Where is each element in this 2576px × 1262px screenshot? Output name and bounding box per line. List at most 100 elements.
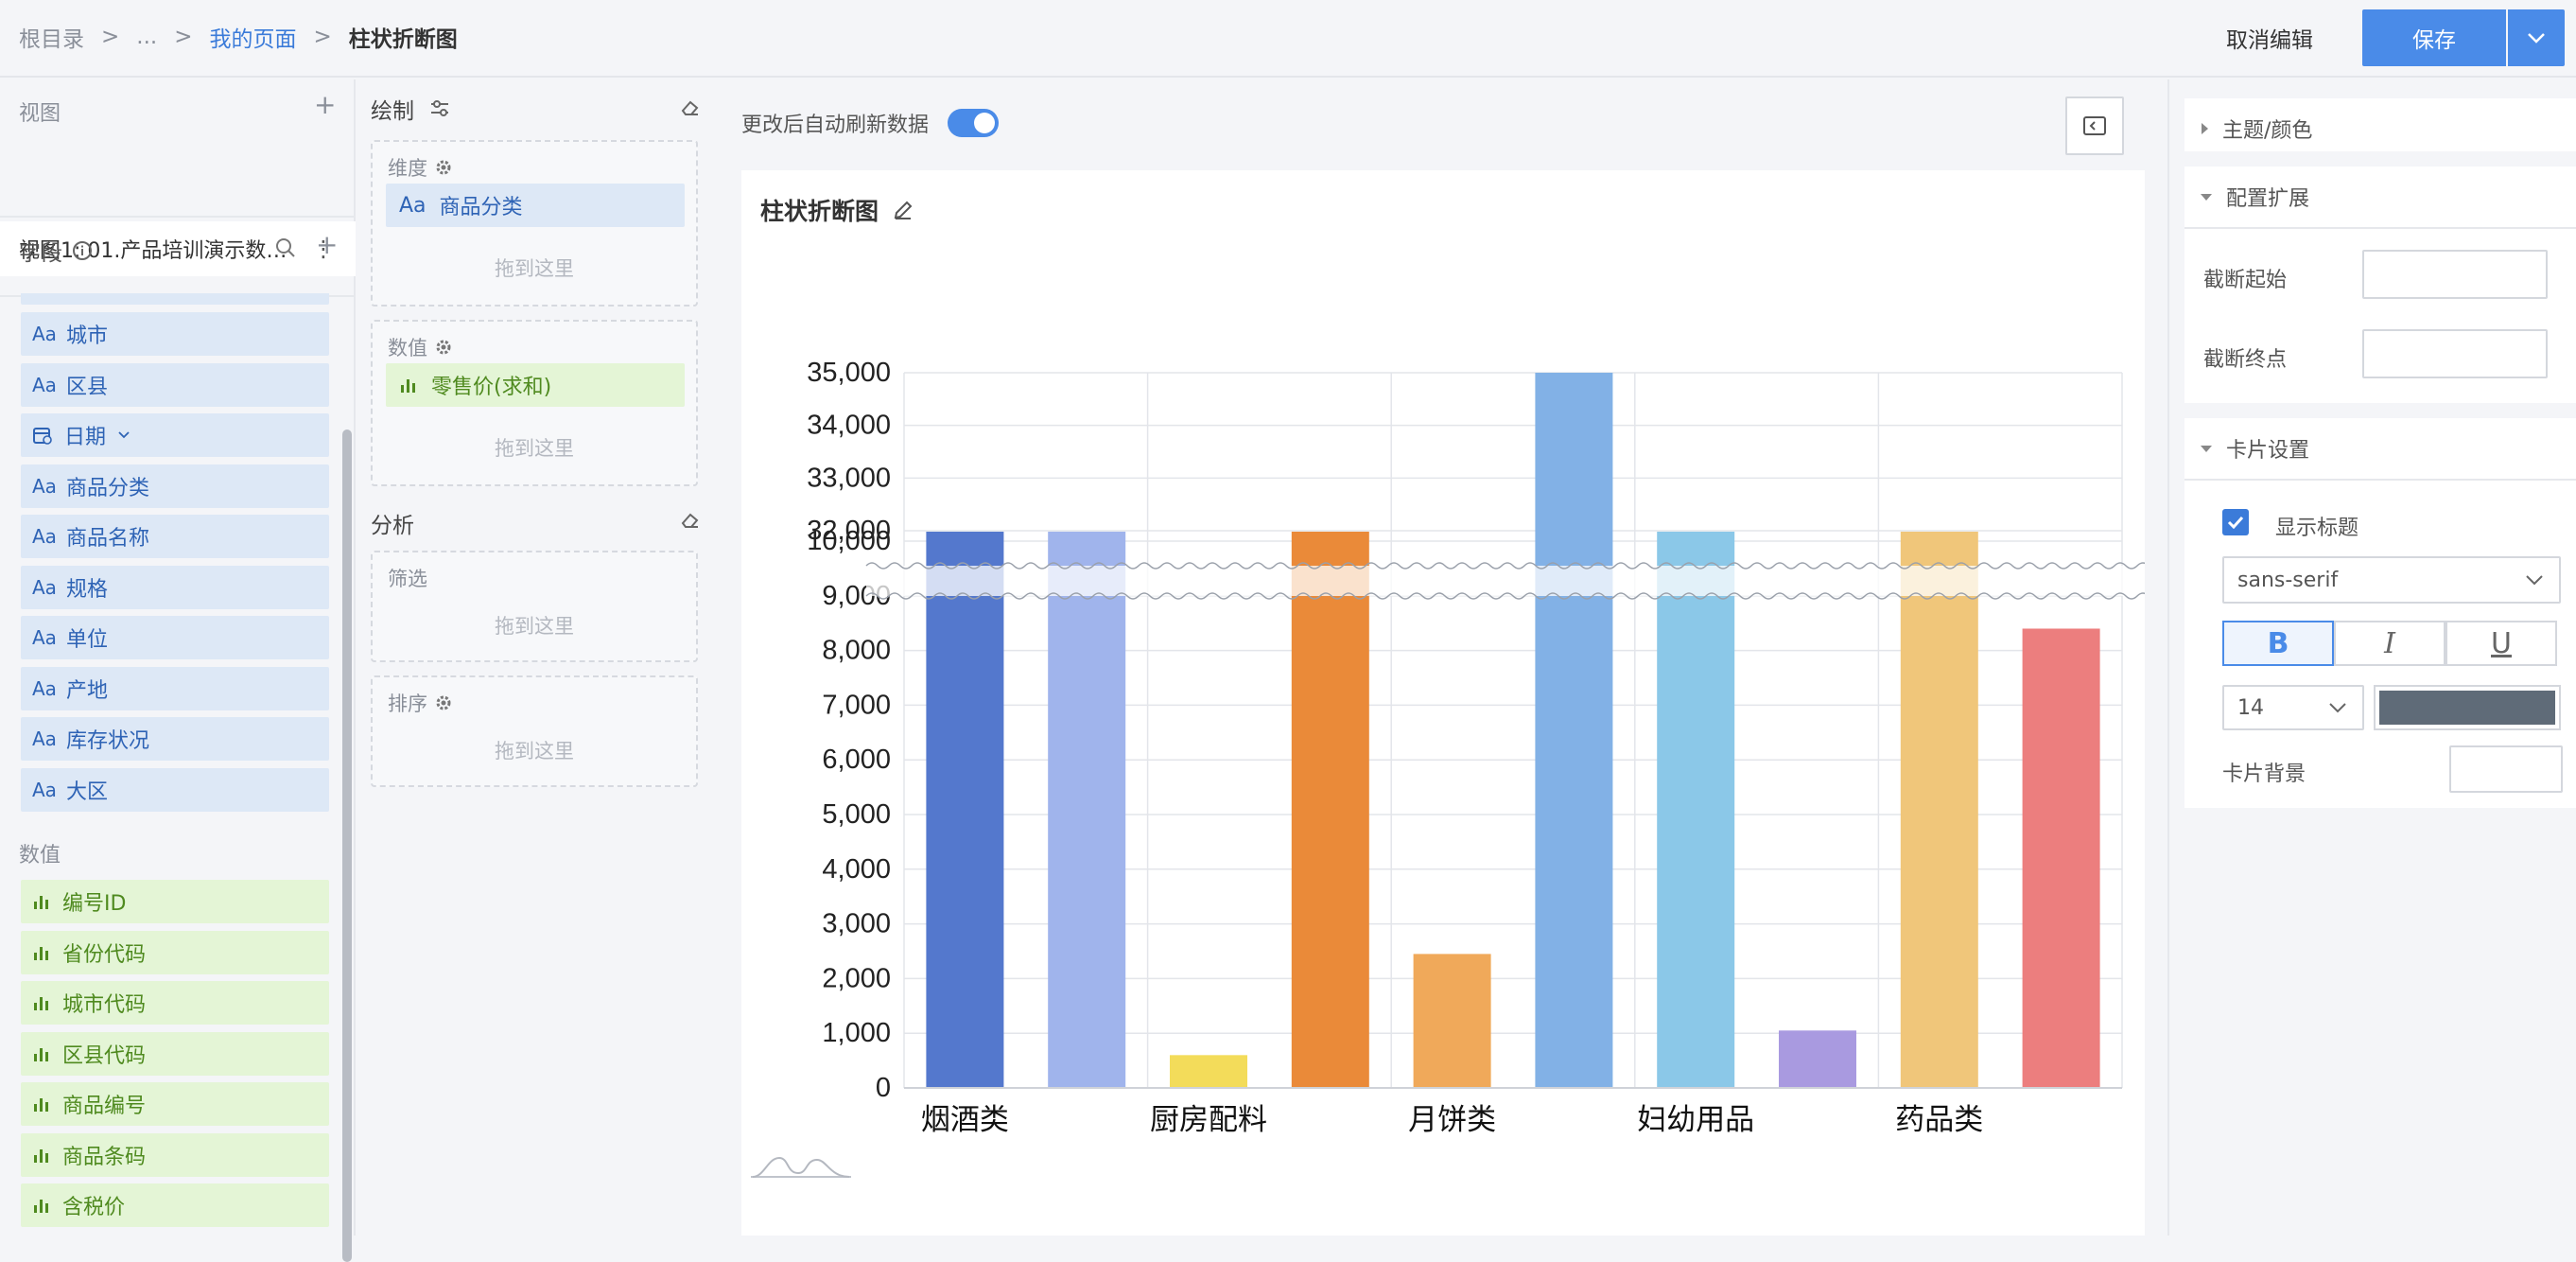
settings-sliders-icon[interactable]	[429, 99, 450, 118]
breadcrumb-separator: >	[174, 25, 193, 49]
auto-refresh-toggle[interactable]	[948, 109, 1000, 137]
font-color-picker[interactable]	[2374, 685, 2561, 730]
gear-icon[interactable]	[435, 159, 452, 176]
card-bg-picker[interactable]	[2449, 745, 2563, 793]
italic-button[interactable]: I	[2334, 621, 2445, 666]
collapse-panel-button[interactable]	[2065, 96, 2124, 155]
field-province-code[interactable]: 省份代码	[21, 930, 329, 974]
search-icon[interactable]	[274, 237, 297, 259]
collapse-icon	[2083, 116, 2106, 135]
bar-chart-icon	[34, 997, 48, 1010]
chart-card: 柱状折断图 0 1,000 2,000 3,000 4,000 5,000 6,000 7,0…	[741, 170, 2145, 1236]
theme-header[interactable]: 主题/颜色	[2200, 114, 2312, 144]
gear-icon[interactable]	[435, 694, 452, 711]
axis-break-band	[866, 566, 2141, 596]
text-type-icon: Aa	[32, 626, 57, 649]
chevron-down-icon[interactable]	[117, 430, 131, 440]
y-tick-label: 1,000	[822, 1018, 891, 1048]
auto-refresh-row: 更改后自动刷新数据	[741, 108, 1000, 138]
field-origin[interactable]: Aa 产地	[21, 666, 329, 710]
text-type-icon: Aa	[32, 373, 57, 396]
field-district[interactable]: Aa 区县	[21, 362, 329, 407]
field-barcode[interactable]: 商品条码	[21, 1132, 329, 1177]
font-family-select[interactable]: sans-serif	[2222, 556, 2561, 604]
dimension-shelf-header: 维度	[388, 153, 452, 182]
measure-field-list: 编号ID 省份代码 城市代码 区县代码 商品编号 商品条码 含税价	[21, 880, 329, 1235]
breadcrumb-root[interactable]: 根目录	[19, 21, 84, 53]
gear-icon[interactable]	[435, 339, 452, 356]
field-unit[interactable]: Aa 单位	[21, 616, 329, 659]
value-pill[interactable]: 零售价(求和)	[386, 363, 685, 407]
info-icon[interactable]	[72, 240, 93, 261]
theme-section[interactable]: 主题/颜色	[2184, 98, 2576, 151]
bar-chart-icon	[34, 946, 48, 960]
bar-chart-icon	[34, 1200, 48, 1213]
add-view-icon[interactable]: +	[314, 89, 336, 120]
config-header[interactable]: 配置扩展	[2200, 182, 2309, 212]
field-date[interactable]: 日期	[21, 413, 329, 457]
font-size-select[interactable]: 14	[2222, 685, 2364, 730]
chevron-down-icon	[2526, 575, 2543, 586]
breadcrumb-ellipsis[interactable]: ...	[136, 25, 157, 49]
eraser-icon[interactable]	[679, 511, 700, 530]
drop-hint: 拖到这里	[495, 437, 574, 460]
bold-button[interactable]: B	[2222, 621, 2334, 666]
bar-chart-icon	[34, 1148, 48, 1163]
y-tick-label: 0	[876, 1073, 891, 1103]
y-tick-label: 3,000	[822, 909, 891, 939]
field-city[interactable]: Aa 城市	[21, 312, 329, 356]
field-region[interactable]: Aa 大区	[21, 767, 329, 812]
dimension-field-list: Aa 城市 Aa 区县 日期 Aa 商品分类 Aa 商品名称 Aa 规格 Aa 单位 Aa 产…	[21, 312, 329, 818]
field-stock-status[interactable]: Aa 库存状况	[21, 717, 329, 761]
y-tick-label: 35,000	[807, 358, 891, 388]
card-settings-header[interactable]: 卡片设置	[2200, 433, 2309, 464]
add-field-icon[interactable]: +	[316, 229, 338, 260]
cancel-edit-button[interactable]: 取消编辑	[2203, 9, 2336, 66]
breadcrumb: 根目录 > ... > 我的页面 > 柱状折断图	[19, 21, 458, 53]
text-type-icon: Aa	[32, 525, 57, 548]
field-district-code[interactable]: 区县代码	[21, 1031, 329, 1076]
break-end-input[interactable]	[2362, 329, 2548, 378]
field-product-no[interactable]: 商品编号	[21, 1082, 329, 1126]
dimension-pill[interactable]: Aa 商品分类	[386, 184, 685, 227]
sort-shelf[interactable]: 排序 拖到这里	[371, 675, 698, 787]
caret-right-icon	[2202, 123, 2208, 134]
save-button[interactable]: 保存	[2362, 9, 2506, 66]
y-tick-label: 6,000	[822, 745, 891, 775]
field-tax-price[interactable]: 含税价	[21, 1183, 329, 1227]
thumbnail-icon[interactable]	[751, 1150, 851, 1183]
value-shelf[interactable]: 数值 零售价(求和) 拖到这里	[371, 320, 698, 486]
y-tick-label: 33,000	[807, 463, 891, 493]
top-bar: 根目录 > ... > 我的页面 > 柱状折断图 取消编辑 保存	[0, 0, 2576, 78]
dimension-shelf[interactable]: 维度 Aa 商品分类 拖到这里	[371, 140, 698, 307]
bar	[1291, 532, 1369, 1088]
views-title: 视图	[19, 102, 61, 126]
underline-button[interactable]: U	[2445, 621, 2557, 666]
drop-hint: 拖到这里	[495, 257, 574, 280]
font-color-swatch	[2379, 691, 2555, 725]
y-tick-label: 32,000	[807, 516, 891, 546]
field-city-code[interactable]: 城市代码	[21, 981, 329, 1025]
left-panel: 视图 + 视图1: 01.产品培训演示数… ⋮ 字段 + Aa 城市 Aa 区县 日…	[0, 79, 356, 1262]
bar	[926, 532, 1004, 1088]
save-dropdown-button[interactable]	[2508, 9, 2565, 66]
eraser-icon[interactable]	[679, 98, 700, 117]
filter-shelf[interactable]: 筛选 拖到这里	[371, 551, 698, 662]
break-start-input[interactable]	[2362, 250, 2548, 299]
text-type-icon: Aa	[32, 323, 57, 345]
field-product-name[interactable]: Aa 商品名称	[21, 515, 329, 558]
x-tick-label: 药品类	[1895, 1103, 1983, 1137]
field-id[interactable]: 编号ID	[21, 880, 329, 923]
y-tick-label: 7,000	[822, 690, 891, 720]
x-tick-label: 月饼类	[1408, 1103, 1496, 1137]
field-category[interactable]: Aa 商品分类	[21, 464, 329, 508]
filter-label: 筛选	[388, 568, 427, 590]
breadcrumb-page[interactable]: 我的页面	[210, 21, 297, 53]
breadcrumb-current: 柱状折断图	[348, 27, 458, 52]
field-scrollbar[interactable]	[342, 429, 352, 1262]
show-title-checkbox[interactable]	[2222, 509, 2249, 535]
y-tick-label: 4,000	[822, 854, 891, 885]
bar	[1535, 373, 1613, 1088]
field-spec[interactable]: Aa 规格	[21, 565, 329, 609]
font-style-group: B I U	[2222, 621, 2561, 668]
